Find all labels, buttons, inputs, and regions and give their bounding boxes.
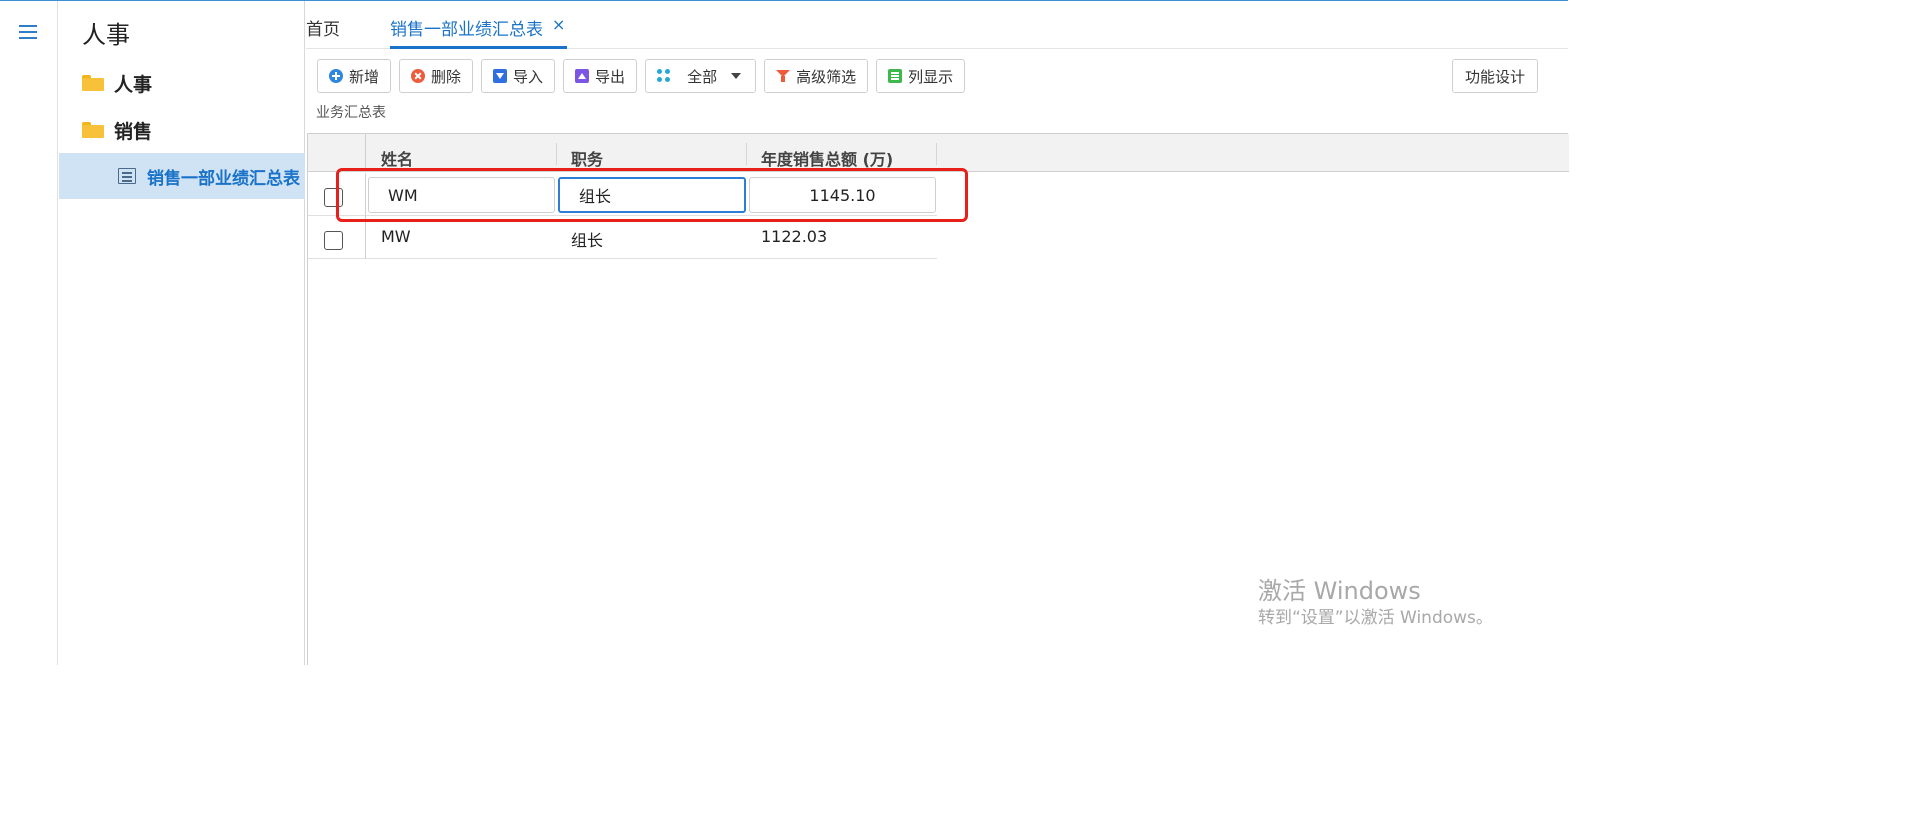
- chevron-down-icon: [731, 73, 742, 79]
- sidebar-item-sales-summary[interactable]: 销售一部业绩汇总表: [59, 153, 305, 199]
- tab-bar: 首页 销售一部业绩汇总表 ×: [306, 1, 1568, 49]
- export-label: 导出: [595, 67, 626, 86]
- sidebar-title: 人事: [82, 21, 130, 49]
- sidebar-item-label: 人事: [114, 73, 153, 96]
- activation-watermark-title: 激活 Windows: [1258, 577, 1421, 605]
- tab-home[interactable]: 首页: [306, 15, 340, 40]
- table-row[interactable]: MW 组长 1122.03: [308, 216, 937, 259]
- toolbar: 新增 删除 导入 导出 全部 高级筛选 列显示: [317, 59, 973, 93]
- import-icon: [493, 69, 508, 83]
- advanced-filter-label: 高级筛选: [796, 67, 857, 86]
- scope-dropdown[interactable]: 全部: [645, 59, 757, 93]
- scope-label: 全部: [687, 67, 718, 86]
- sidebar-item-label: 销售: [114, 120, 153, 143]
- export-button[interactable]: 导出: [563, 59, 638, 93]
- grid-dots-icon: [657, 69, 671, 83]
- nav-rail: [0, 1, 58, 665]
- column-separator: [746, 143, 747, 165]
- import-button[interactable]: 导入: [481, 59, 556, 93]
- active-tab-indicator: [390, 46, 567, 49]
- sidebar-item-label: 销售一部业绩汇总表: [147, 168, 300, 189]
- function-design-button[interactable]: 功能设计: [1452, 59, 1539, 93]
- activation-watermark-subtitle: 转到“设置”以激活 Windows。: [1258, 608, 1493, 628]
- tab-sales-summary[interactable]: 销售一部业绩汇总表: [390, 15, 543, 40]
- cell-title[interactable]: 组长: [571, 227, 603, 251]
- column-separator: [556, 143, 557, 165]
- list-icon: [118, 168, 136, 184]
- section-label: 业务汇总表: [316, 105, 386, 121]
- cell-amount[interactable]: 1122.03: [761, 227, 827, 246]
- column-header-name[interactable]: 姓名: [381, 146, 413, 170]
- row-checkbox[interactable]: [324, 231, 343, 250]
- sidebar-item-hr[interactable]: 人事: [59, 60, 305, 106]
- column-header-title[interactable]: 职务: [571, 146, 603, 170]
- add-button[interactable]: 新增: [317, 59, 392, 93]
- close-icon[interactable]: ×: [552, 15, 565, 34]
- add-label: 新增: [349, 67, 380, 86]
- delete-label: 删除: [431, 67, 462, 86]
- folder-icon: [82, 75, 104, 91]
- delete-icon: [411, 69, 426, 83]
- export-icon: [575, 69, 590, 83]
- highlight-annotation-box: [336, 168, 968, 222]
- columns-icon: [888, 69, 903, 83]
- column-display-label: 列显示: [908, 67, 954, 86]
- header-checkbox-column: [308, 134, 366, 172]
- sidebar: 人事 人事 销售 销售一部业绩汇总表: [59, 1, 305, 665]
- column-separator: [936, 143, 937, 165]
- sidebar-item-sales[interactable]: 销售: [59, 107, 305, 153]
- folder-icon: [82, 122, 104, 138]
- column-header-amount[interactable]: 年度销售总额 (万): [761, 146, 893, 170]
- menu-icon[interactable]: [19, 25, 37, 39]
- delete-button[interactable]: 删除: [399, 59, 474, 93]
- cell-name[interactable]: MW: [381, 227, 411, 246]
- import-label: 导入: [513, 67, 544, 86]
- column-display-button[interactable]: 列显示: [876, 59, 966, 93]
- row-checkbox-cell: [308, 216, 366, 259]
- plus-icon: [329, 69, 343, 83]
- filter-icon: [776, 69, 791, 83]
- advanced-filter-button[interactable]: 高级筛选: [764, 59, 869, 93]
- grid-header: 姓名 职务 年度销售总额 (万): [308, 134, 1569, 172]
